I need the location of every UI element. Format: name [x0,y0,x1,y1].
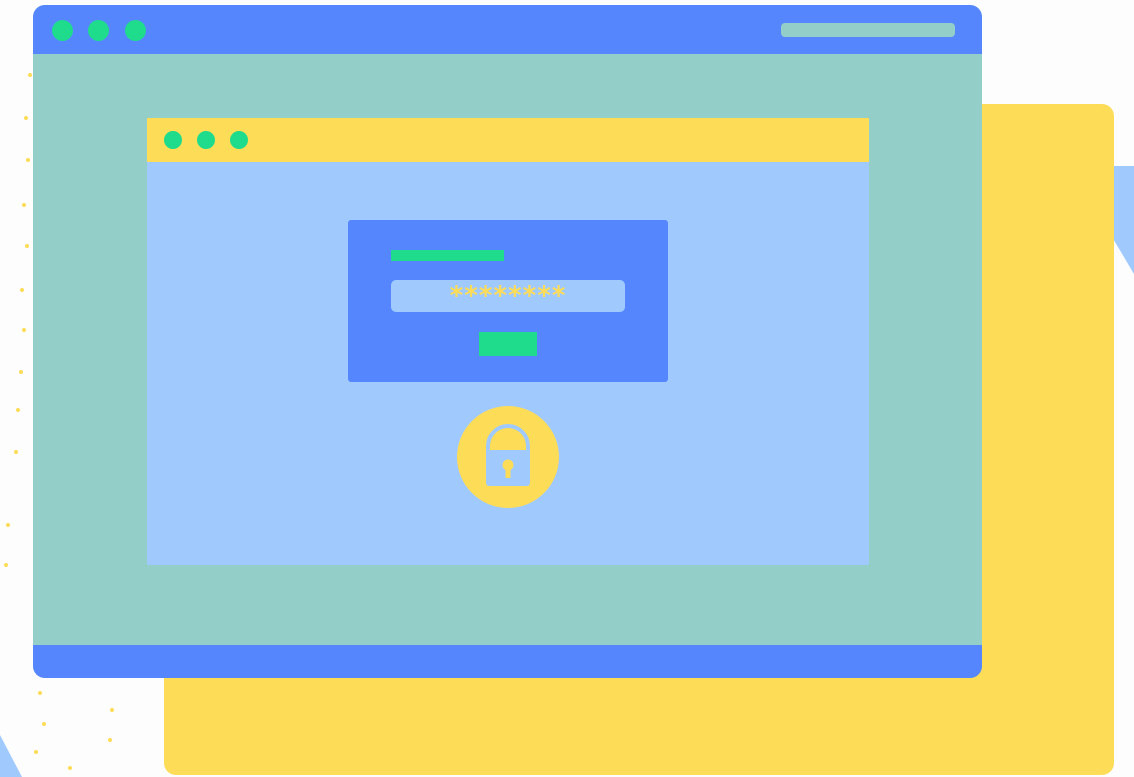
inner-window-dot-icon [164,131,182,149]
window-dot-icon [88,20,109,41]
browser-footer [33,645,982,678]
browser-titlebar [33,5,982,54]
login-button[interactable] [479,332,537,356]
inner-window-dot-icon [197,131,215,149]
password-field[interactable]: ******** [391,280,625,312]
lock-badge [457,406,559,508]
login-panel: ******** [348,220,668,382]
decorative-triangle-left [0,735,22,777]
username-placeholder-bar [391,250,504,261]
padlock-icon [486,424,530,486]
inner-window-dot-icon [230,131,248,149]
window-dot-icon [52,20,73,41]
address-bar [781,23,955,37]
inner-titlebar [147,118,869,162]
illustration-canvas: ******** [0,0,1134,777]
window-dot-icon [125,20,146,41]
